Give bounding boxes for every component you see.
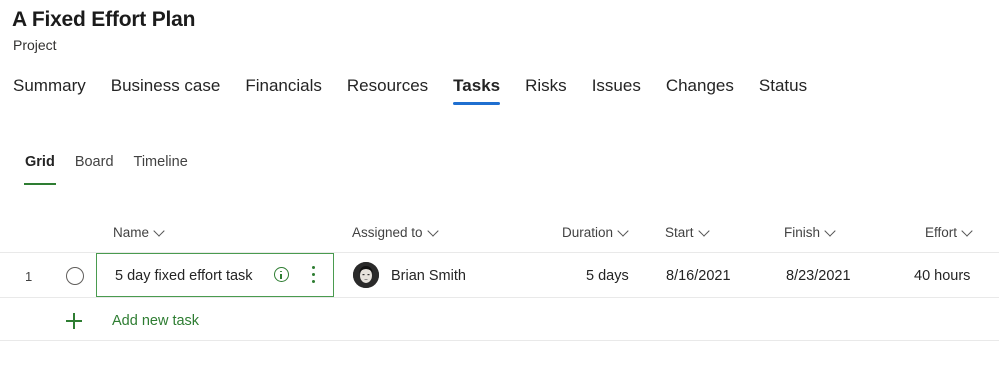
view-tab-board[interactable]: Board bbox=[75, 154, 114, 170]
chevron-down-icon bbox=[697, 224, 710, 237]
chevron-down-icon bbox=[426, 224, 439, 237]
tab-changes[interactable]: Changes bbox=[666, 76, 734, 108]
grid-divider bbox=[0, 297, 999, 298]
add-new-task-button[interactable]: Add new task bbox=[112, 313, 199, 329]
assigned-to-name[interactable]: Brian Smith bbox=[391, 268, 466, 284]
grid-divider bbox=[0, 340, 999, 341]
tab-issues[interactable]: Issues bbox=[592, 76, 641, 108]
column-header-finish[interactable]: Finish bbox=[784, 224, 836, 240]
view-switcher: Grid Board Timeline bbox=[24, 154, 208, 185]
page-subtitle: Project bbox=[13, 37, 57, 53]
task-finish-date[interactable]: 8/23/2021 bbox=[786, 268, 851, 284]
tab-status[interactable]: Status bbox=[759, 76, 807, 108]
column-header-duration[interactable]: Duration bbox=[562, 224, 629, 240]
column-header-name-label: Name bbox=[113, 225, 150, 240]
task-name[interactable]: 5 day fixed effort task bbox=[115, 268, 253, 284]
view-tab-grid[interactable]: Grid bbox=[24, 154, 56, 185]
task-duration[interactable]: 5 days bbox=[586, 268, 629, 284]
avatar-portrait-icon bbox=[353, 262, 379, 288]
more-options-icon[interactable] bbox=[312, 266, 315, 284]
page-title: A Fixed Effort Plan bbox=[12, 8, 196, 31]
task-effort[interactable]: 40 hours bbox=[914, 268, 970, 284]
info-icon[interactable] bbox=[274, 267, 289, 282]
chevron-down-icon bbox=[153, 224, 165, 237]
column-header-duration-label: Duration bbox=[562, 225, 614, 240]
add-icon[interactable] bbox=[66, 313, 82, 329]
chevron-down-icon bbox=[824, 224, 836, 237]
column-header-name[interactable]: Name bbox=[113, 224, 165, 240]
column-header-assigned-to[interactable]: Assigned to bbox=[352, 224, 439, 240]
main-tabs: Summary Business case Financials Resourc… bbox=[13, 76, 832, 108]
tab-business-case[interactable]: Business case bbox=[111, 76, 221, 108]
column-header-start-label: Start bbox=[665, 225, 694, 240]
chevron-down-icon bbox=[961, 224, 973, 237]
chevron-down-icon bbox=[617, 224, 629, 237]
tab-risks[interactable]: Risks bbox=[525, 76, 567, 108]
tab-resources[interactable]: Resources bbox=[347, 76, 428, 108]
view-tab-timeline[interactable]: Timeline bbox=[134, 154, 188, 170]
avatar bbox=[353, 262, 379, 288]
column-header-finish-label: Finish bbox=[784, 225, 821, 240]
column-header-effort-label: Effort bbox=[925, 225, 958, 240]
row-number: 1 bbox=[25, 269, 33, 284]
tab-summary[interactable]: Summary bbox=[13, 76, 86, 108]
tab-financials[interactable]: Financials bbox=[245, 76, 322, 108]
column-header-effort[interactable]: Effort bbox=[925, 224, 973, 240]
column-header-start[interactable]: Start bbox=[665, 224, 710, 240]
column-header-assigned-label: Assigned to bbox=[352, 225, 423, 240]
tab-tasks[interactable]: Tasks bbox=[453, 76, 500, 108]
task-start-date[interactable]: 8/16/2021 bbox=[666, 268, 731, 284]
task-complete-radio[interactable] bbox=[66, 267, 84, 285]
